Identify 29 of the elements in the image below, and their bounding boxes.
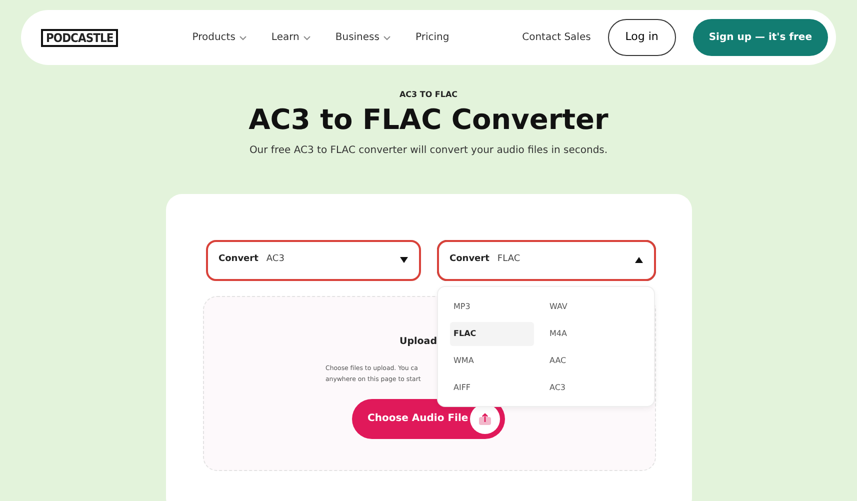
dropdown-option[interactable]: FLAC bbox=[450, 322, 534, 346]
dropdown-option[interactable]: WMA bbox=[450, 348, 534, 373]
eyebrow-text: AC3 TO FLAC bbox=[398, 89, 459, 101]
dropdown-option[interactable]: M4A bbox=[546, 322, 630, 346]
format-select[interactable]: Convert FLAC bbox=[436, 240, 656, 281]
login-button[interactable]: Log in bbox=[608, 19, 676, 56]
dropdown-option[interactable]: AAC bbox=[546, 348, 630, 373]
nav-link[interactable]: Learn bbox=[271, 30, 312, 45]
dropdown-option[interactable]: AC3 bbox=[546, 376, 630, 400]
dropdown-option[interactable]: WAV bbox=[546, 294, 630, 319]
chevron-icon bbox=[383, 34, 392, 40]
dropdown-option[interactable]: MP3 bbox=[450, 294, 534, 319]
upload-icon bbox=[478, 412, 492, 426]
caret-up-icon bbox=[634, 257, 642, 264]
nav-link[interactable]: Pricing bbox=[415, 30, 450, 45]
format-select[interactable]: Convert AC3 bbox=[206, 240, 420, 281]
logo[interactable]: PODCASTLE bbox=[41, 28, 118, 46]
page-title: AC3 to FLAC Converter bbox=[248, 103, 610, 137]
chevron-icon bbox=[303, 34, 312, 40]
upload-title: Upload bbox=[400, 334, 438, 349]
caret-down-icon bbox=[400, 257, 408, 264]
dropdown-option[interactable]: AIFF bbox=[450, 376, 534, 400]
chevron-icon bbox=[239, 34, 248, 40]
choose-file-button[interactable]: Choose Audio File bbox=[352, 398, 504, 439]
contact-sales-link[interactable]: Contact Sales bbox=[522, 30, 591, 45]
subtitle: Our free AC3 to FLAC converter will convert your audio files in seconds. bbox=[248, 144, 609, 158]
nav-link[interactable]: Products bbox=[192, 30, 248, 45]
signup-button[interactable]: Sign up — it's free bbox=[692, 19, 828, 56]
nav-link[interactable]: Business bbox=[335, 30, 392, 45]
